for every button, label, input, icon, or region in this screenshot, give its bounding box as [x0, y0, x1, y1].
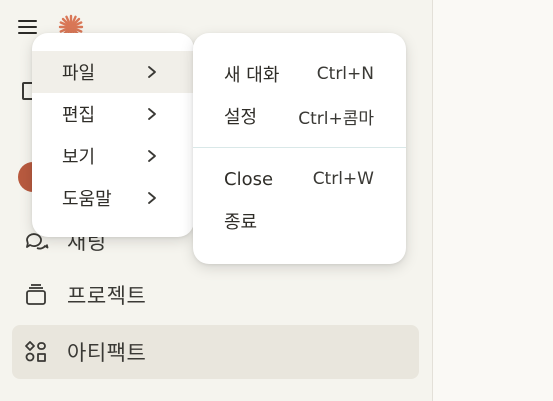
- hamburger-line: [18, 26, 37, 28]
- submenu-item-settings[interactable]: 설정 Ctrl+콤마: [193, 95, 406, 137]
- main-content-area: [432, 0, 553, 401]
- shortcut-label: Ctrl+콤마: [298, 108, 374, 129]
- sidebar-item-label: 아티팩트: [67, 341, 147, 365]
- submenu-item-quit[interactable]: 종료: [193, 200, 406, 242]
- main-menu: 파일 편집 보기 도움말: [32, 33, 194, 237]
- menu-item-view[interactable]: 보기: [32, 135, 194, 177]
- submenu-item-label: Close: [224, 168, 274, 190]
- chevron-right-icon: [148, 108, 156, 120]
- chevron-right-icon: [148, 192, 156, 204]
- shortcut-label: Ctrl+N: [316, 64, 374, 84]
- sidebar-item-label: 프로젝트: [67, 284, 147, 308]
- submenu-item-label: 설정: [224, 107, 258, 128]
- menu-item-label: 도움말: [62, 189, 112, 210]
- box-icon: [23, 282, 49, 308]
- menu-divider: [193, 147, 406, 148]
- submenu-item-new-chat[interactable]: 새 대화 Ctrl+N: [193, 53, 406, 95]
- menu-item-label: 보기: [62, 147, 96, 168]
- sidebar-item-artifacts[interactable]: 아티팩트: [12, 325, 419, 379]
- menu-item-edit[interactable]: 편집: [32, 93, 194, 135]
- shapes-icon: [23, 339, 49, 365]
- submenu-item-close[interactable]: Close Ctrl+W: [193, 158, 406, 200]
- chevron-right-icon: [148, 66, 156, 78]
- hamburger-line: [18, 20, 37, 22]
- menu-item-label: 편집: [62, 105, 96, 126]
- file-submenu: 새 대화 Ctrl+N 설정 Ctrl+콤마 Close Ctrl+W 종료: [193, 33, 406, 264]
- chevron-right-icon: [148, 150, 156, 162]
- menu-item-file[interactable]: 파일: [32, 51, 194, 93]
- menu-item-help[interactable]: 도움말: [32, 177, 194, 219]
- menu-item-label: 파일: [62, 63, 96, 84]
- hamburger-line: [18, 32, 37, 34]
- shortcut-label: Ctrl+W: [312, 169, 374, 189]
- sidebar-item-projects[interactable]: 프로젝트: [12, 268, 419, 322]
- submenu-item-label: 새 대화: [224, 65, 280, 86]
- submenu-item-label: 종료: [224, 212, 258, 233]
